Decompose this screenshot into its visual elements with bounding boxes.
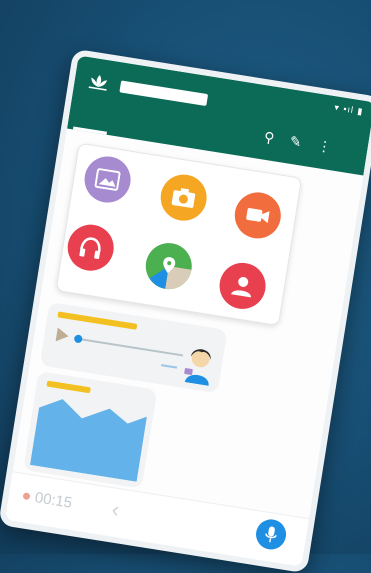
recording-bar: 00:15 ‹ bbox=[5, 471, 310, 567]
phone-screen: ▾ ▪ıl ▮ ⚲ ✎ ⋮ 00:15 ‹ bbox=[0, 48, 371, 573]
user-avatar-icon bbox=[179, 338, 221, 387]
recording-timer: 00:15 bbox=[33, 489, 74, 512]
play-icon[interactable] bbox=[55, 327, 70, 344]
gallery-icon[interactable] bbox=[81, 153, 134, 206]
duration-mark bbox=[161, 364, 178, 369]
incoming-image-message[interactable] bbox=[23, 371, 158, 489]
audio-progress-thumb[interactable] bbox=[73, 334, 83, 344]
status-bar-icons: ▾ ▪ıl ▮ bbox=[333, 102, 365, 117]
more-vert-icon[interactable]: ⋮ bbox=[316, 137, 332, 155]
search-icon[interactable]: ⚲ bbox=[263, 129, 276, 146]
slide-to-cancel-chevron-icon[interactable]: ‹ bbox=[110, 496, 121, 523]
headphones-icon[interactable] bbox=[64, 221, 117, 274]
video-camera-icon[interactable] bbox=[231, 189, 285, 242]
recording-dot-icon bbox=[22, 492, 31, 501]
sender-name-placeholder bbox=[57, 311, 138, 330]
attachment-menu bbox=[55, 142, 303, 327]
microphone-button[interactable] bbox=[253, 517, 289, 552]
active-tab-indicator bbox=[72, 126, 108, 135]
chat-title-placeholder bbox=[119, 80, 209, 107]
camera-icon[interactable] bbox=[157, 171, 210, 224]
location-pin-icon[interactable] bbox=[142, 239, 196, 293]
audio-progress-track[interactable] bbox=[74, 337, 184, 357]
image-thumbnail-icon bbox=[29, 399, 147, 482]
microphone-icon bbox=[265, 526, 277, 543]
pencil-icon[interactable]: ✎ bbox=[289, 133, 303, 151]
sender-name-placeholder bbox=[46, 380, 91, 394]
lotus-logo-icon bbox=[85, 71, 112, 93]
contact-icon[interactable] bbox=[216, 259, 269, 313]
